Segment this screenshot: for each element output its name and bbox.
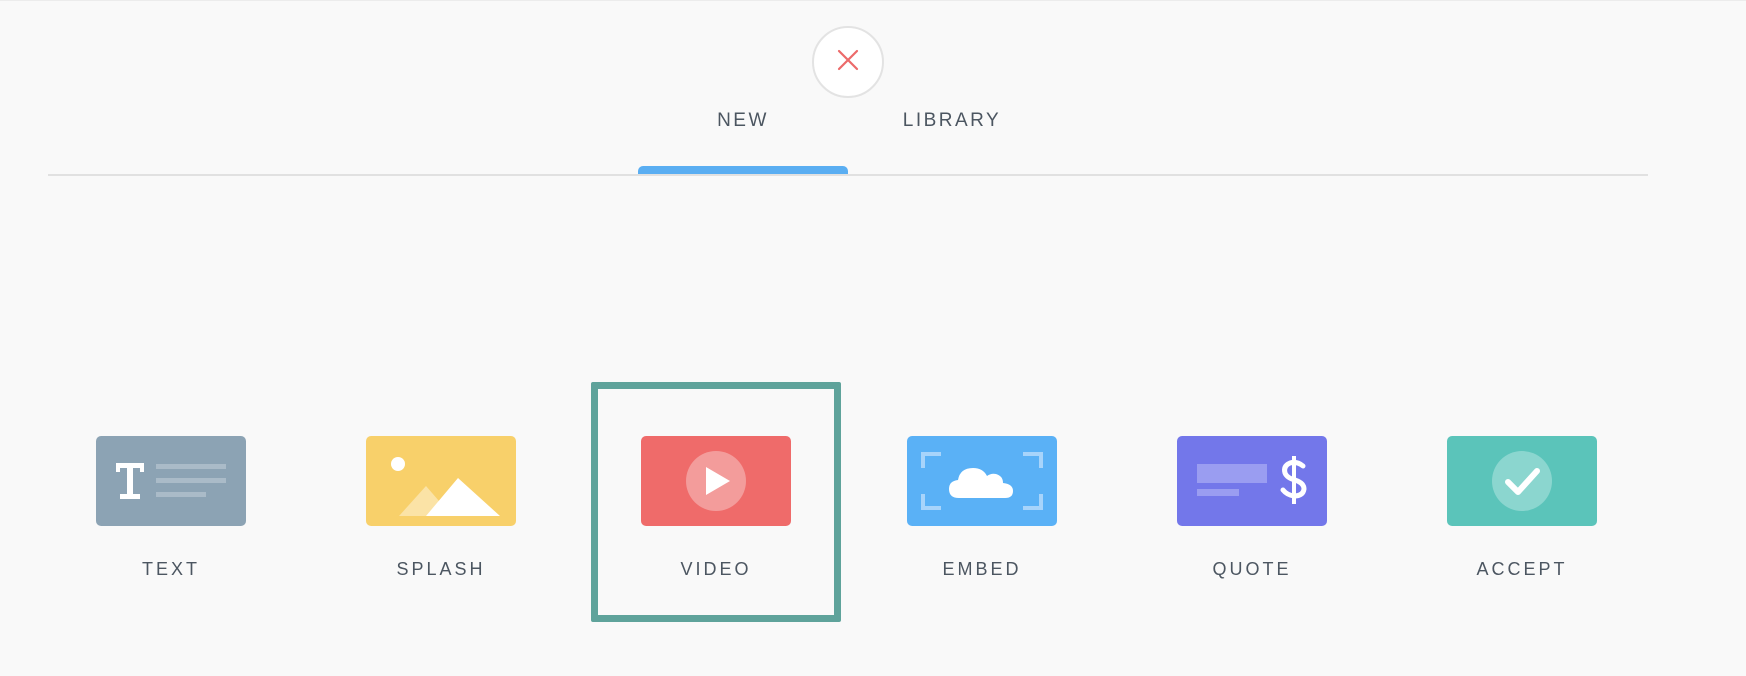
dollar-icon <box>1177 436 1327 526</box>
block-option-splash[interactable]: SPLASH <box>316 382 566 622</box>
block-option-accept[interactable]: ACCEPT <box>1397 382 1647 622</box>
tab-divider <box>48 174 1648 176</box>
block-option-quote[interactable]: QUOTE <box>1127 382 1377 622</box>
block-label: TEXT <box>141 559 200 579</box>
block-label: SPLASH <box>396 559 486 579</box>
block-label: QUOTE <box>1212 559 1292 579</box>
tab-bar: NEW LIBRARY <box>0 0 1746 180</box>
block-picker: NEW LIBRARY TEXT SPLASH VIDEO EMBED QUOT… <box>0 0 1746 676</box>
block-label: ACCEPT <box>1476 559 1568 579</box>
block-option-embed[interactable]: EMBED <box>857 382 1107 622</box>
play-icon <box>641 436 791 526</box>
tab-new[interactable]: NEW <box>638 108 848 134</box>
block-label: VIDEO <box>680 559 752 579</box>
block-option-text[interactable]: TEXT <box>46 382 296 622</box>
block-label: EMBED <box>942 559 1022 579</box>
block-option-video[interactable]: VIDEO <box>591 382 841 622</box>
check-icon <box>1447 436 1597 526</box>
image-block-icon <box>366 436 516 526</box>
cloud-icon <box>907 436 1057 526</box>
text-block-icon <box>96 436 246 526</box>
tab-library[interactable]: LIBRARY <box>852 108 1052 134</box>
